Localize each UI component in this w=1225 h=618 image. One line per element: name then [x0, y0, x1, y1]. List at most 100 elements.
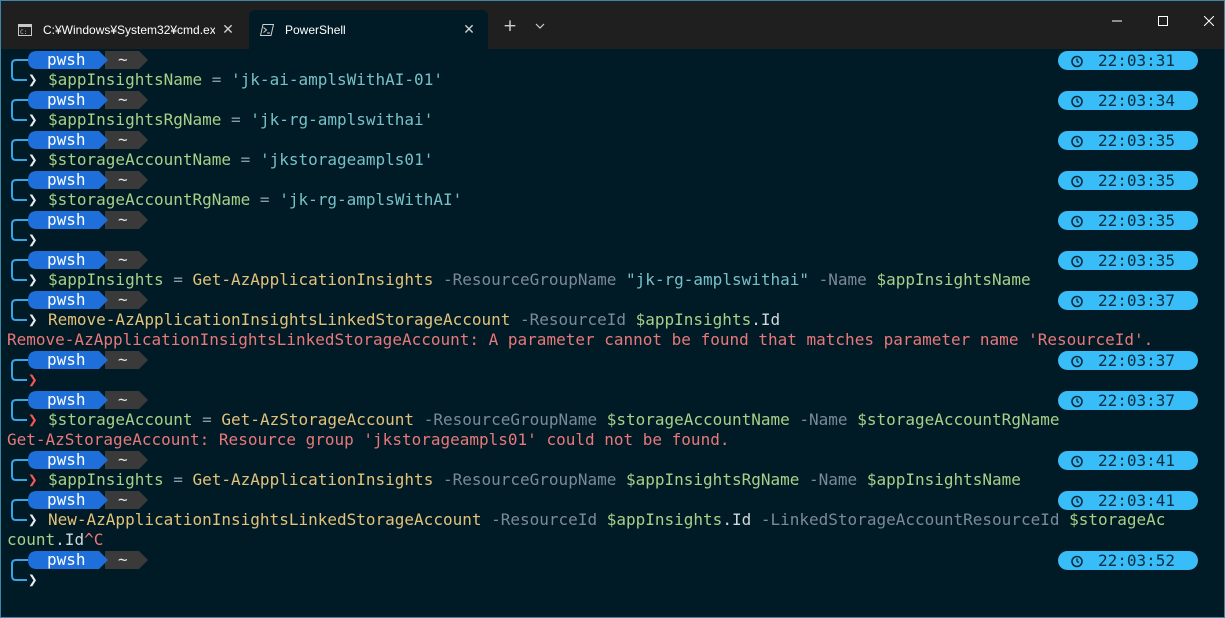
- shell-name: pwsh: [47, 170, 86, 189]
- clock-icon: [1071, 295, 1083, 307]
- clock-icon: [1071, 395, 1083, 407]
- interrupt-marker: ^C: [84, 530, 104, 549]
- cmdlet: Get-AzStorageAccount: [221, 410, 415, 429]
- clock-icon: [1071, 95, 1083, 107]
- path-name: ~: [118, 290, 128, 309]
- path-name: ~: [118, 50, 128, 69]
- operator: =: [202, 70, 232, 89]
- path-name: ~: [118, 390, 128, 409]
- cmdlet: Get-AzApplicationInsights: [192, 270, 434, 289]
- time-badge: 22:03:41: [1058, 451, 1198, 470]
- prompt-arrow: ❯: [28, 190, 38, 209]
- parameter: -ResourceId: [481, 510, 607, 529]
- time-text: 22:03:35: [1098, 210, 1176, 230]
- parameter: -ResourceId: [510, 310, 636, 329]
- tab-bar: C: C:¥Windows¥System32¥cmd.ex ✕ PowerShe…: [1, 1, 1224, 49]
- prompt-header: pwsh ~ 22:03:37: [7, 350, 1219, 381]
- prompt-arrow: ❯: [28, 570, 38, 589]
- command-line-current[interactable]: ❯: [7, 570, 1219, 590]
- clock-icon: [1071, 215, 1083, 227]
- parameter: -Name: [789, 410, 858, 429]
- path-name: ~: [118, 170, 128, 189]
- property: .Id: [55, 530, 85, 549]
- prompt-header: pwsh ~ 22:03:37: [7, 290, 1219, 321]
- maximize-icon: [1158, 16, 1168, 26]
- operator: =: [231, 150, 260, 169]
- maximize-button[interactable]: [1140, 1, 1186, 41]
- minimize-button[interactable]: [1094, 1, 1140, 41]
- command-line: ❯ $appInsightsRgName = 'jk-rg-amplswitha…: [7, 110, 1219, 130]
- close-icon[interactable]: ✕: [215, 17, 241, 43]
- shell-name: pwsh: [47, 130, 86, 149]
- tab-powershell[interactable]: PowerShell ✕: [249, 10, 488, 49]
- variable: $storageAccountRgName: [48, 190, 251, 209]
- tab-label: PowerShell: [285, 22, 346, 37]
- powershell-icon: [259, 23, 275, 37]
- svg-text:C:: C:: [20, 29, 27, 36]
- time-badge: 22:03:41: [1058, 491, 1198, 510]
- variable: $storageAccountRgName: [857, 410, 1060, 429]
- time-text: 22:03:41: [1098, 490, 1176, 510]
- tab-dropdown-button[interactable]: [527, 13, 553, 39]
- shell-name: pwsh: [47, 290, 86, 309]
- variable: $appInsights: [635, 310, 752, 329]
- property: .Id: [751, 310, 781, 329]
- error-message: Get-AzStorageAccount: Resource group 'jk…: [7, 430, 730, 449]
- time-text: 22:03:52: [1098, 550, 1176, 570]
- prompt-header: pwsh ~ 22:03:52: [7, 550, 1219, 581]
- path-name: ~: [118, 350, 128, 369]
- command-line-wrap: count.Id^C: [7, 530, 1219, 550]
- string-literal: 'jk-ai-amplsWithAI-01': [231, 70, 443, 89]
- time-text: 22:03:31: [1098, 50, 1176, 70]
- path-name: ~: [118, 250, 128, 269]
- command-line: ❯ $storageAccountRgName = 'jk-rg-amplsWi…: [7, 190, 1219, 210]
- time-text: 22:03:37: [1098, 390, 1176, 410]
- property: .Id: [722, 510, 752, 529]
- prompt-arrow: ❯: [28, 150, 38, 169]
- variable: $storageAc: [1069, 510, 1166, 529]
- close-window-button[interactable]: [1186, 1, 1224, 41]
- variable: $appInsightsName: [876, 270, 1031, 289]
- time-badge: 22:03:34: [1058, 91, 1198, 110]
- operator: =: [221, 110, 251, 129]
- time-badge: 22:03:37: [1058, 291, 1198, 310]
- new-tab-button[interactable]: +: [497, 13, 523, 39]
- operator: =: [163, 470, 193, 489]
- prompt-header: pwsh ~ 22:03:41: [7, 490, 1219, 521]
- variable: $appInsightsRgName: [625, 470, 800, 489]
- variable: $appInsights: [606, 510, 723, 529]
- tab-cmd[interactable]: C: C:¥Windows¥System32¥cmd.ex ✕: [7, 10, 247, 49]
- parameter: -ResourceGroupName: [433, 470, 626, 489]
- string-literal: 'jk-rg-amplsWithAI': [279, 190, 463, 209]
- parameter: -Name: [809, 270, 877, 289]
- command-line: ❯ $storageAccount = Get-AzStorageAccount…: [7, 410, 1219, 430]
- operator: =: [163, 270, 193, 289]
- parameter: -LinkedStorageAccountResourceId: [751, 510, 1070, 529]
- time-badge: 22:03:52: [1058, 551, 1198, 570]
- parameter: -Name: [799, 470, 867, 489]
- path-name: ~: [118, 550, 128, 569]
- prompt-arrow: ❯: [28, 470, 38, 489]
- string-literal: "jk-rg-amplswithai": [625, 270, 810, 289]
- variable: $storageAccountName: [606, 410, 790, 429]
- close-icon[interactable]: ✕: [456, 17, 482, 43]
- prompt-arrow: ❯: [28, 510, 38, 529]
- prompt-arrow: ❯: [28, 270, 38, 289]
- clock-icon: [1071, 555, 1083, 567]
- time-text: 22:03:37: [1098, 290, 1176, 310]
- terminal-output[interactable]: pwsh ~ 22:03:31 ❯ $appInsightsName = 'jk-…: [7, 50, 1219, 616]
- time-badge: 22:03:31: [1058, 51, 1198, 70]
- prompt-arrow: ❯: [28, 410, 38, 429]
- time-text: 22:03:35: [1098, 130, 1176, 150]
- path-name: ~: [118, 490, 128, 509]
- time-text: 22:03:35: [1098, 250, 1176, 270]
- prompt-header: pwsh ~ 22:03:35: [7, 250, 1219, 281]
- command-line: ❯ New-AzApplicationInsightsLinkedStorage…: [7, 510, 1219, 530]
- command-line: ❯ $appInsightsName = 'jk-ai-amplsWithAI-…: [7, 70, 1219, 90]
- shell-name: pwsh: [47, 550, 86, 569]
- command-line: ❯: [7, 370, 1219, 390]
- shell-name: pwsh: [47, 450, 86, 469]
- variable: $appInsights: [48, 470, 164, 489]
- cmd-icon: C:: [17, 23, 33, 37]
- error-line: Remove-AzApplicationInsightsLinkedStorag…: [7, 330, 1219, 350]
